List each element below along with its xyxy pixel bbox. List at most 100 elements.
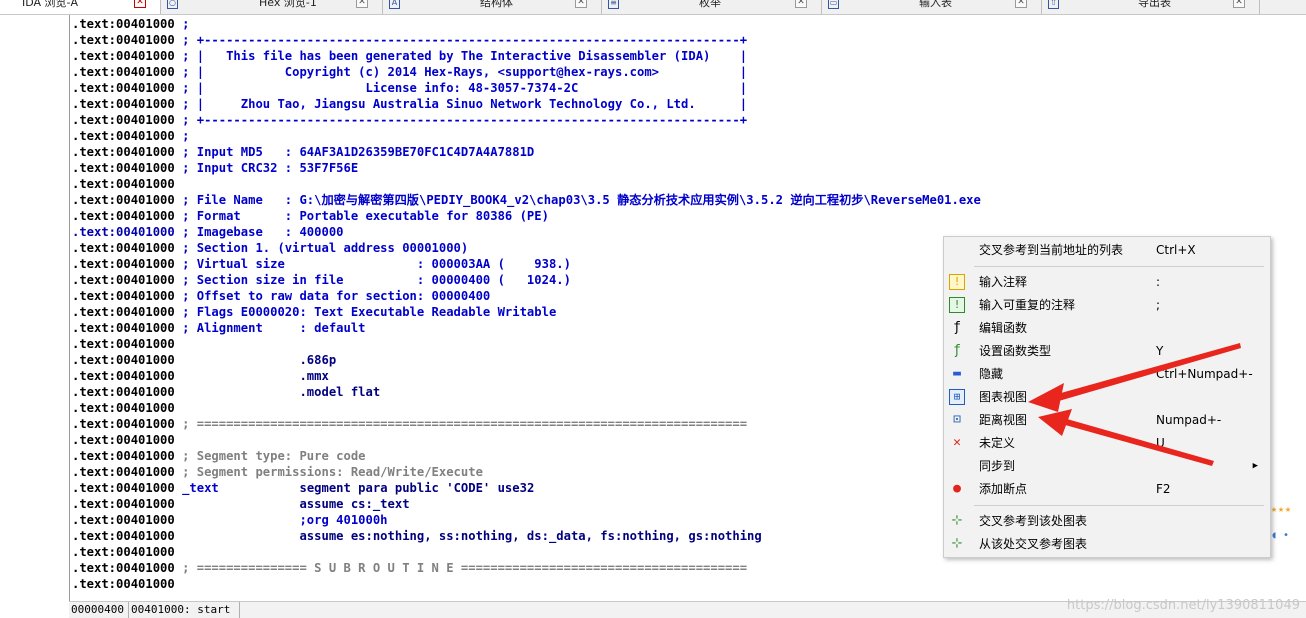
line-address: .text:00401000 — [72, 273, 175, 287]
tab-hex-view[interactable]: ○ Hex 浏览-1 ✕ — [160, 0, 383, 14]
disassembly-line[interactable]: .text:00401000 ; Section 1. (virtual add… — [72, 240, 981, 256]
line-address: .text:00401000 — [72, 497, 175, 511]
disassembly-line[interactable]: .text:00401000 ; | Zhou Tao, Jiangsu Aus… — [72, 96, 981, 112]
xrefs-to-graph-icon: ⊹ — [951, 513, 963, 528]
watermark: https://blog.csdn.net/ly1390811049 — [1066, 598, 1300, 613]
line-address: .text:00401000 — [72, 401, 175, 415]
menu-item[interactable]: ƒ 编辑函数 — [944, 317, 1270, 339]
line-text: ;org 401000h — [174, 513, 388, 527]
disassembly-line[interactable]: .text:00401000 ; +----------------------… — [72, 32, 981, 48]
tab-imports[interactable]: ▭ 输入表 ✕ — [821, 0, 1042, 14]
line-text: ; Offset to raw data for section: 000004… — [174, 289, 491, 303]
disassembly-line[interactable]: .text:00401000 ; Section size in file : … — [72, 272, 981, 288]
line-address: .text:00401000 — [72, 529, 175, 543]
close-icon[interactable]: ✕ — [134, 0, 146, 8]
disassembly-line[interactable]: .text:00401000 .686p — [72, 352, 981, 368]
line-address: .text:00401000 — [72, 465, 175, 479]
context-menu: 交叉参考到当前地址的列表 Ctrl+X ! 输入注释:! 输入可重复的注释; ƒ 编辑函数 ƒ… — [943, 236, 1271, 558]
disassembly-line[interactable]: .text:00401000 assume cs:_text — [72, 496, 981, 512]
disassembly-line[interactable]: .text:00401000 — [72, 400, 981, 416]
disassembly-line[interactable]: .text:00401000 ; +----------------------… — [72, 112, 981, 128]
disassembly-line[interactable]: .text:00401000 ; Alignment : default — [72, 320, 981, 336]
line-address: .text:00401000 — [72, 449, 175, 463]
status-location: 00401000: start — [129, 602, 240, 618]
tab-ida-view[interactable]: IDA 浏览-A ✕ — [0, 0, 161, 14]
disassembly-line[interactable]: .text:00401000 ; Imagebase : 400000 — [72, 224, 981, 240]
line-text: ; ======================================… — [174, 417, 748, 431]
disassembly-line[interactable]: .text:00401000 .mmx — [72, 368, 981, 384]
line-text: _text segment para public 'CODE' use32 — [175, 481, 534, 495]
menu-item[interactable]: ✕ 未定义 U — [944, 432, 1270, 454]
menu-item-shortcut: F2 — [1156, 482, 1171, 496]
menu-item[interactable]: ⊞ 图表视图 — [944, 386, 1270, 408]
menu-item[interactable]: ● 添加断点 F2 — [944, 478, 1270, 500]
menu-item-label: 同步到 — [979, 459, 1016, 473]
disassembly-line[interactable]: .text:00401000 ; | License info: 48-3057… — [72, 80, 981, 96]
line-address: .text:00401000 — [72, 225, 175, 239]
disassembly-line[interactable]: .text:00401000 ; — [72, 128, 981, 144]
disassembly-line[interactable]: .text:00401000 ; | This file has been ge… — [72, 48, 981, 64]
segment-label[interactable]: _text — [175, 481, 219, 495]
disassembly-line[interactable]: .text:00401000 ;org 401000h — [72, 512, 981, 528]
disassembly-line[interactable]: .text:00401000 ; =======================… — [72, 416, 981, 432]
disassembly-line[interactable]: .text:00401000 _text segment para public… — [72, 480, 981, 496]
menu-item[interactable]: ▬ 隐藏 Ctrl+Numpad+- — [944, 363, 1270, 385]
close-icon[interactable]: ✕ — [356, 0, 368, 8]
disassembly-line[interactable]: .text:00401000 — [72, 544, 981, 560]
tab-structures[interactable]: A 结构体 ✕ — [382, 0, 602, 14]
line-address: .text:00401000 — [72, 545, 175, 559]
menu-item[interactable]: ⊡ 距离视图 Numpad+- — [944, 409, 1270, 431]
disassembly-line[interactable]: .text:00401000 ; Format : Portable execu… — [72, 208, 981, 224]
menu-item-label: 添加断点 — [979, 482, 1028, 496]
menu-item-label: 距离视图 — [979, 413, 1028, 427]
disassembly-line[interactable]: .text:00401000 ; Offset to raw data for … — [72, 288, 981, 304]
menu-item[interactable]: 同步到 ▶ — [944, 455, 1270, 477]
line-address: .text:00401000 — [72, 577, 175, 591]
disassembly-line[interactable]: .text:00401000 — [72, 576, 981, 592]
disassembly-line[interactable]: .text:00401000 ; Virtual size : 000003AA… — [72, 256, 981, 272]
menu-separator — [974, 266, 1264, 267]
line-address: .text:00401000 — [72, 241, 175, 255]
menu-item[interactable]: ! 输入注释: — [944, 271, 1270, 293]
line-text: ; Flags E0000020: Text Executable Readab… — [174, 305, 557, 319]
close-icon[interactable]: ✕ — [795, 0, 807, 8]
menu-item-label: 隐藏 — [979, 367, 1004, 381]
menu-item[interactable]: ! 输入可重复的注释; — [944, 294, 1270, 316]
disassembly-line[interactable]: .text:00401000 ; Flags E0000020: Text Ex… — [72, 304, 981, 320]
disassembly-line[interactable]: .text:00401000 ; =============== S U B R… — [72, 560, 981, 576]
disassembly-line[interactable]: .text:00401000 ; Segment permissions: Re… — [72, 464, 981, 480]
disassembly-line[interactable]: .text:00401000 assume es:nothing, ss:not… — [72, 528, 981, 544]
menu-item[interactable]: ⊹ 交叉参考到该处图表 — [944, 510, 1270, 532]
line-text: ; Alignment : default — [174, 321, 366, 335]
disassembly-line[interactable]: .text:00401000 — [72, 432, 981, 448]
disassembly-line[interactable]: .text:00401000 ; — [72, 16, 981, 32]
disassembly-line[interactable]: .text:00401000 ; Segment type: Pure code — [72, 448, 981, 464]
menu-item[interactable]: ƒ 设置函数类型 Y — [944, 340, 1270, 362]
tab-enums[interactable]: ≡ 枚举 ✕ — [601, 0, 822, 14]
menu-item-label: 交叉参考到当前地址的列表 — [979, 243, 1124, 257]
menu-item[interactable]: 交叉参考到当前地址的列表 Ctrl+X — [944, 239, 1270, 261]
left-panel — [0, 15, 69, 617]
line-address: .text:00401000 — [72, 81, 175, 95]
line-address: .text:00401000 — [72, 353, 175, 367]
line-text: ; Segment type: Pure code — [174, 449, 366, 463]
menu-item[interactable]: ⊹ 从该处交叉参考图表 — [944, 533, 1270, 555]
tab-exports[interactable]: ⇧ 导出表 ✕ — [1041, 0, 1260, 14]
disassembly-line[interactable]: .text:00401000 ; File Name : G:\加密与解密第四版… — [72, 192, 981, 208]
disassembly-line[interactable]: .text:00401000 .model flat — [72, 384, 981, 400]
disassembly-line[interactable]: .text:00401000 ; Input CRC32 : 53F7F56E — [72, 160, 981, 176]
hide-icon: ▬ — [953, 366, 961, 381]
line-address: .text:00401000 — [72, 305, 175, 319]
disassembly-line[interactable]: .text:00401000 — [72, 336, 981, 352]
close-icon[interactable]: ✕ — [1233, 0, 1245, 8]
line-address: .text:00401000 — [72, 129, 175, 143]
line-address: .text:00401000 — [72, 97, 175, 111]
disassembly-line[interactable]: .text:00401000 — [72, 176, 981, 192]
disassembly-line[interactable]: .text:00401000 ; | Copyright (c) 2014 He… — [72, 64, 981, 80]
line-text: ; Imagebase : 400000 — [174, 225, 344, 239]
close-icon[interactable]: ✕ — [575, 0, 587, 8]
close-icon[interactable]: ✕ — [1015, 0, 1027, 8]
line-address: .text:00401000 — [72, 385, 175, 399]
disassembly-line[interactable]: .text:00401000 ; Input MD5 : 64AF3A1D263… — [72, 144, 981, 160]
line-address: .text:00401000 — [72, 321, 175, 335]
